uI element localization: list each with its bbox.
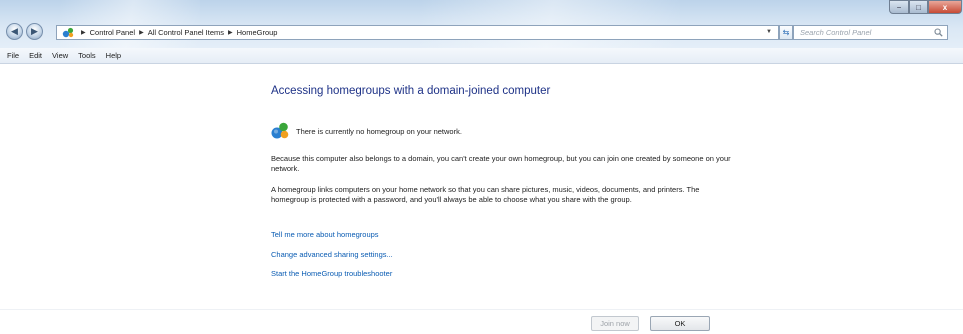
search-placeholder: Search Control Panel	[800, 28, 872, 37]
breadcrumb-control-panel[interactable]: Control Panel	[90, 28, 135, 37]
chevron-down-icon[interactable]: ▼	[766, 29, 772, 35]
window-titlebar: ◀ ▶ ▶ Control Panel ▶ All Control Panel …	[0, 0, 963, 48]
link-tell-me-more[interactable]: Tell me more about homegroups	[271, 230, 379, 239]
link-troubleshooter[interactable]: Start the HomeGroup troubleshooter	[271, 269, 392, 278]
breadcrumb-all-items[interactable]: All Control Panel Items	[148, 28, 224, 37]
caption-buttons: − □ x	[889, 0, 962, 14]
join-now-button[interactable]: Join now	[591, 316, 639, 331]
ok-button[interactable]: OK	[650, 316, 710, 331]
refresh-icon: ⇆	[782, 28, 790, 37]
glass-decoration	[60, 0, 200, 48]
breadcrumb-homegroup[interactable]: HomeGroup	[237, 28, 278, 37]
back-icon: ◀	[11, 26, 18, 36]
homegroup-description: A homegroup links computers on your home…	[271, 185, 700, 204]
close-icon: x	[942, 2, 948, 12]
menu-tools[interactable]: Tools	[78, 51, 96, 60]
menu-view[interactable]: View	[52, 51, 68, 60]
chevron-right-icon: ▶	[139, 30, 144, 36]
search-icon	[934, 28, 943, 41]
status-text: There is currently no homegroup on your …	[296, 126, 462, 136]
homegroup-status: There is currently no homegroup on your …	[270, 121, 462, 141]
chevron-right-icon: ▶	[81, 30, 86, 36]
domain-explanation: Because this computer also belongs to a …	[271, 154, 731, 173]
menu-edit[interactable]: Edit	[29, 51, 42, 60]
address-bar[interactable]: ▶ Control Panel ▶ All Control Panel Item…	[56, 25, 779, 40]
refresh-button[interactable]: ⇆	[779, 25, 793, 40]
footer-divider	[0, 309, 963, 310]
minimize-icon: −	[896, 2, 902, 12]
close-button[interactable]: x	[928, 0, 962, 14]
page-title: Accessing homegroups with a domain-joine…	[271, 85, 551, 97]
forward-icon: ▶	[31, 26, 38, 36]
chevron-right-icon: ▶	[228, 30, 233, 36]
homegroup-icon	[270, 121, 290, 141]
minimize-button[interactable]: −	[889, 0, 909, 14]
maximize-button[interactable]: □	[909, 0, 928, 14]
menu-help[interactable]: Help	[106, 51, 121, 60]
menu-bar: File Edit View Tools Help	[0, 48, 963, 64]
glass-decoration	[420, 0, 680, 48]
search-input[interactable]: Search Control Panel	[793, 25, 948, 40]
homegroup-icon	[62, 27, 74, 38]
link-advanced-sharing[interactable]: Change advanced sharing settings...	[271, 250, 393, 259]
forward-button[interactable]: ▶	[26, 23, 43, 40]
back-button[interactable]: ◀	[6, 23, 23, 40]
menu-file[interactable]: File	[7, 51, 19, 60]
maximize-icon: □	[916, 2, 921, 12]
